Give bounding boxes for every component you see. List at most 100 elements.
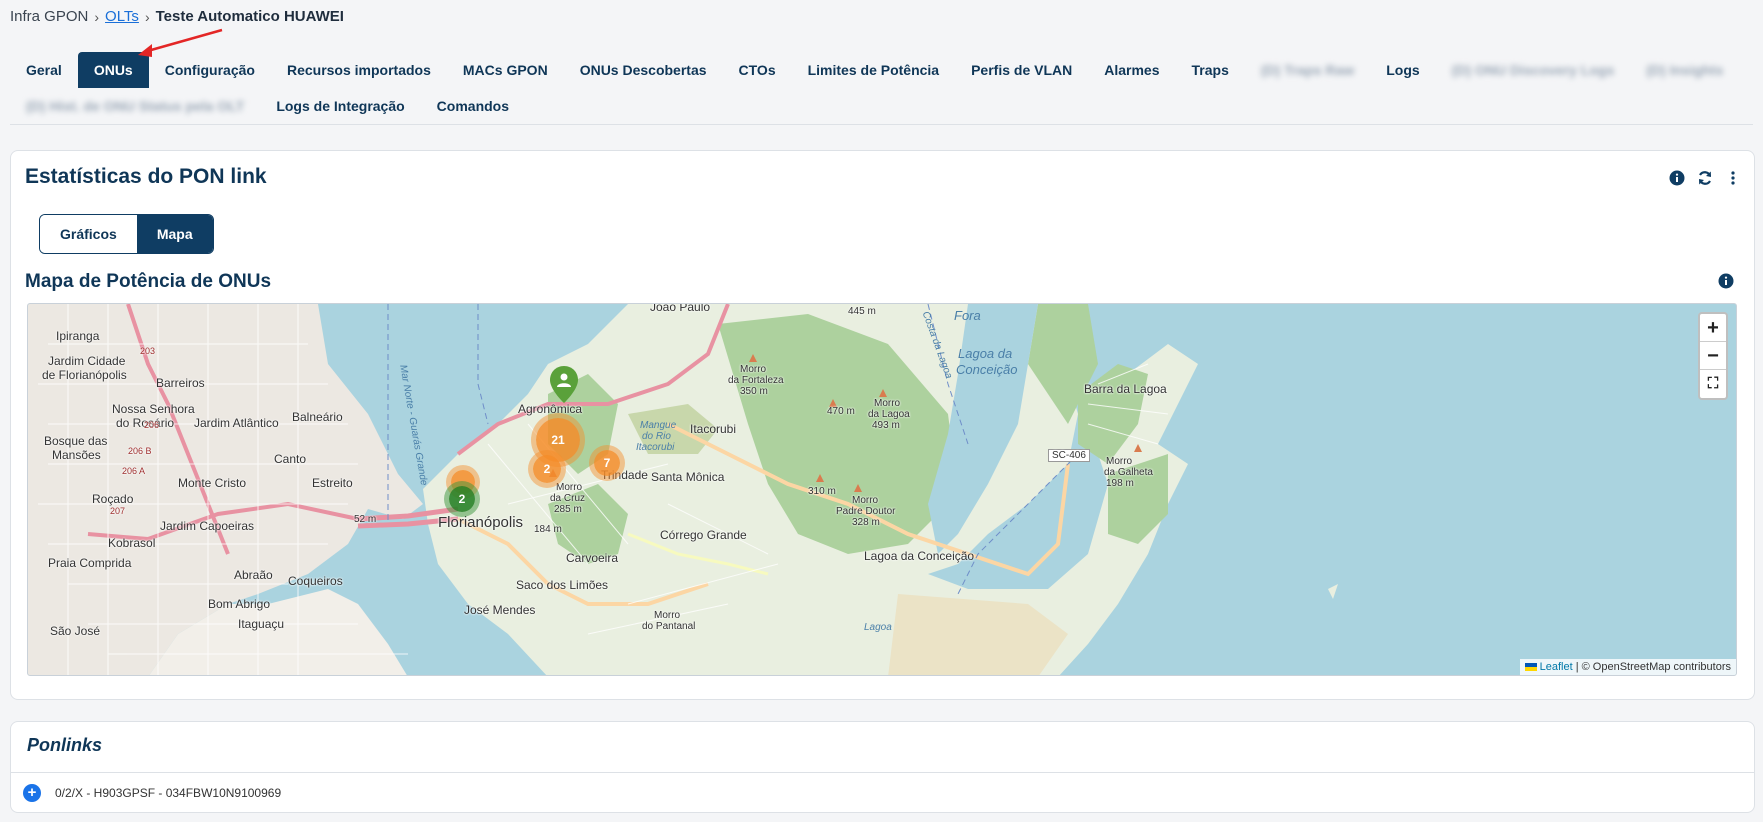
map-label: 52 m	[354, 514, 377, 525]
map-label: Conceição	[956, 362, 1018, 377]
ponlinks-title: Ponlinks	[27, 735, 103, 755]
onu-power-map[interactable]: João Paulo Ipiranga Jardim Cidade de Flo…	[27, 303, 1737, 676]
map-label: Bom Abrigo	[208, 597, 271, 611]
breadcrumb: Infra GPON › OLTs › Teste Automatico HUA…	[10, 8, 344, 25]
map-label: Mangue	[640, 420, 677, 431]
map-label: Lagoa da Conceição	[864, 549, 975, 563]
info-icon[interactable]	[1668, 169, 1686, 187]
info-icon[interactable]	[1718, 273, 1734, 294]
map-label: Abraão	[234, 568, 273, 582]
map-label: do Rio	[642, 431, 671, 442]
map-label: Mansões	[52, 448, 101, 462]
toggle-map-button[interactable]: Mapa	[136, 215, 213, 253]
zoom-out-button[interactable]: −	[1700, 342, 1726, 370]
onu-cluster-marker[interactable]: 2	[533, 455, 561, 483]
map-label: Canto	[274, 452, 307, 466]
tabs-divider	[10, 124, 1753, 125]
map-label: 493 m	[872, 420, 900, 431]
map-label: José Mendes	[464, 603, 536, 617]
map-label: Carvoeira	[566, 551, 619, 565]
map-label: 445 m	[848, 306, 876, 317]
attribution-text: | © OpenStreetMap contributors	[1575, 661, 1731, 673]
tab-onus-descobertas[interactable]: ONUs Descobertas	[564, 52, 723, 88]
breadcrumb-root[interactable]: Infra GPON	[10, 8, 88, 25]
map-label: Monte Cristo	[178, 476, 247, 490]
pon-link-stats-card: Estatísticas do PON link Gráficos Mapa M…	[10, 150, 1755, 700]
refresh-icon[interactable]	[1696, 169, 1714, 187]
tab-macs-gpon[interactable]: MACs GPON	[447, 52, 564, 88]
map-label: 198 m	[1106, 478, 1134, 489]
map-label: Coqueiros	[288, 574, 343, 588]
tab-logs[interactable]: Logs	[1370, 52, 1435, 88]
map-label: Lagoa	[864, 622, 892, 633]
ponlink-label: 0/2/X - H903GPSF - 034FBW10N9100969	[55, 786, 282, 800]
ponlinks-card: Ponlinks + 0/2/X - H903GPSF - 034FBW10N9…	[10, 721, 1755, 813]
map-label: da Cruz	[550, 493, 586, 504]
tab-traps[interactable]: Traps	[1176, 52, 1245, 88]
zoom-control: + − ⛶	[1698, 312, 1728, 400]
map-label: Roçado	[92, 492, 134, 506]
annotation-arrow	[138, 28, 223, 57]
map-label: Saco dos Limões	[516, 578, 609, 592]
map-label: 207	[110, 506, 126, 516]
map-label: 184 m	[534, 524, 562, 535]
map-label: Nossa Senhora	[112, 402, 195, 416]
tab-d-onu-discovery-logs[interactable]: (D) ONU Discovery Logs	[1436, 52, 1631, 88]
map-title: Mapa de Potência de ONUs	[25, 271, 272, 292]
map-label: da Galheta	[1104, 467, 1153, 478]
map-label: Lagoa da	[958, 346, 1013, 361]
map-label: São José	[50, 624, 101, 638]
map-label: Estreito	[312, 476, 353, 490]
map-label: Barra da Lagoa	[1084, 382, 1167, 396]
map-label: Florianópolis	[438, 514, 524, 531]
map-label: 285 m	[554, 504, 582, 515]
map-label: 206	[144, 420, 160, 430]
toggle-graphs-button[interactable]: Gráficos	[40, 215, 137, 253]
more-vertical-icon[interactable]	[1724, 169, 1742, 187]
map-attribution: Leaflet | © OpenStreetMap contributors	[1519, 659, 1736, 675]
ukraine-flag-icon	[1524, 663, 1537, 672]
divider	[11, 772, 1754, 773]
tab-comandos[interactable]: Comandos	[421, 88, 525, 124]
map-label: Padre Doutor	[836, 506, 896, 517]
expand-plus-icon[interactable]: +	[23, 784, 41, 802]
map-label: Jardim Capoeiras	[160, 519, 255, 533]
map-label: 206 B	[128, 446, 152, 456]
map-label: Santa Mônica	[651, 470, 725, 484]
tab-limites-de-pot-ncia[interactable]: Limites de Potência	[792, 52, 955, 88]
tab-d-hist-de-onu-status-pela-olt[interactable]: (D) Hist. de ONU Status pela OLT	[10, 88, 260, 124]
leaflet-link[interactable]: Leaflet	[1540, 661, 1573, 673]
breadcrumb-current: Teste Automatico HUAWEI	[155, 8, 344, 25]
tab-ctos[interactable]: CTOs	[723, 52, 792, 88]
map-label: do Pantanal	[642, 621, 696, 632]
map-label: 350 m	[740, 386, 768, 397]
tab-d-traps-raw[interactable]: (D) Traps Raw	[1245, 52, 1370, 88]
map-label: Fora	[954, 308, 981, 323]
breadcrumb-link-olts[interactable]: OLTs	[105, 8, 139, 25]
map-label: 328 m	[852, 517, 880, 528]
map-label: Ipiranga	[56, 329, 100, 343]
tab-geral[interactable]: Geral	[10, 52, 78, 88]
map-label: Barreiros	[156, 376, 205, 390]
map-label: Itaguaçu	[238, 617, 285, 631]
map-label: Córrego Grande	[660, 528, 747, 542]
map-label: Morro	[556, 482, 583, 493]
onu-cluster-marker[interactable]: 7	[594, 450, 620, 476]
onu-cluster-marker[interactable]: 2	[449, 486, 475, 512]
ponlink-row[interactable]: + 0/2/X - H903GPSF - 034FBW10N9100969	[23, 784, 281, 802]
tab-logs-de-integra-o[interactable]: Logs de Integração	[260, 88, 420, 124]
tab-perfis-de-vlan[interactable]: Perfis de VLAN	[955, 52, 1088, 88]
tab-row: (D) Hist. de ONU Status pela OLT Logs de …	[10, 88, 1750, 124]
chevron-right-icon: ›	[144, 8, 150, 25]
map-label: da Fortaleza	[728, 375, 784, 386]
zoom-in-button[interactable]: +	[1700, 314, 1726, 342]
tab-recursos-importados[interactable]: Recursos importados	[271, 52, 447, 88]
map-label: de Florianópolis	[42, 368, 127, 382]
tab-d-insights[interactable]: (D) Insights	[1630, 52, 1739, 88]
tab-alarmes[interactable]: Alarmes	[1088, 52, 1175, 88]
location-pin-icon[interactable]	[549, 365, 579, 405]
card-actions	[1668, 169, 1742, 187]
fullscreen-button[interactable]: ⛶	[1700, 370, 1726, 398]
map-label: SC-406	[1048, 449, 1090, 462]
map-label: 206 A	[122, 466, 146, 476]
